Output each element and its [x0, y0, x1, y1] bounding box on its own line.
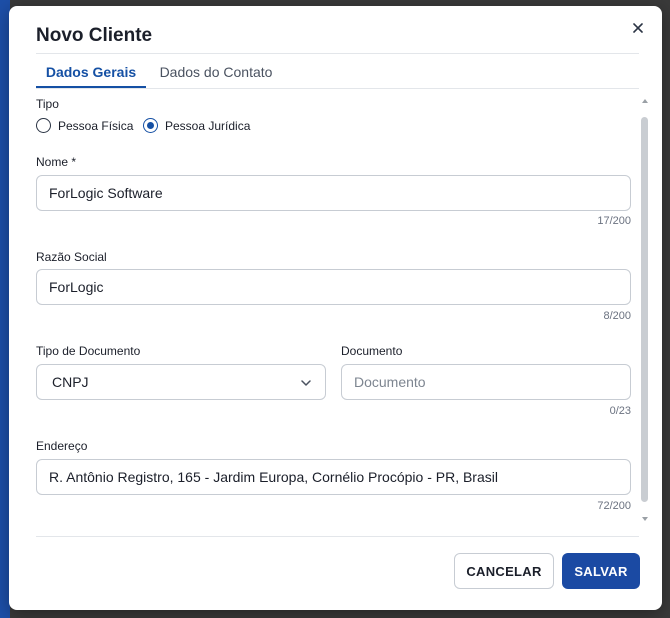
radio-circle-selected [143, 118, 158, 133]
tab-dados-contato[interactable]: Dados do Contato [148, 54, 284, 89]
tab-dados-gerais[interactable]: Dados Gerais [36, 54, 146, 89]
tipo-documento-select[interactable]: CNPJ [36, 364, 326, 400]
footer-divider [36, 536, 639, 537]
scrollbar[interactable] [641, 95, 649, 521]
endereco-label: Endereço [36, 439, 88, 453]
close-button[interactable] [628, 18, 648, 38]
nome-input[interactable]: ForLogic Software [36, 175, 631, 211]
nome-label: Nome * [36, 155, 77, 169]
documento-input[interactable]: Documento [341, 364, 631, 400]
new-client-dialog: Novo Cliente Dados Gerais Dados do Conta… [9, 6, 662, 610]
endereco-counter: 72/200 [597, 500, 631, 512]
documento-counter: 0/23 [609, 405, 631, 417]
tipo-documento-label: Tipo de Documento [36, 344, 141, 358]
razao-social-label: Razão Social [36, 250, 107, 264]
radio-pessoa-fisica[interactable]: Pessoa Física [36, 118, 133, 133]
razao-social-counter: 8/200 [603, 310, 631, 322]
scroll-up-arrow[interactable] [642, 99, 648, 103]
radio-pessoa-juridica[interactable]: Pessoa Jurídica [143, 118, 250, 133]
tipo-documento-value: CNPJ [52, 374, 89, 390]
save-button[interactable]: SALVAR [562, 553, 640, 589]
scrollbar-thumb[interactable] [641, 117, 648, 502]
tab-bar: Dados Gerais Dados do Contato [36, 54, 639, 89]
cancel-button[interactable]: CANCELAR [454, 553, 554, 589]
radio-label: Pessoa Jurídica [165, 118, 251, 133]
radio-circle [36, 118, 51, 133]
dialog-title: Novo Cliente [36, 25, 153, 46]
scroll-down-arrow[interactable] [642, 517, 648, 521]
endereco-input[interactable]: R. Antônio Registro, 165 - Jardim Europa… [36, 459, 631, 495]
razao-social-input[interactable]: ForLogic [36, 269, 631, 305]
radio-label: Pessoa Física [58, 118, 134, 133]
documento-label: Documento [341, 344, 403, 358]
form-content: Tipo Pessoa Física Pessoa Jurídica Nome … [36, 89, 631, 517]
tipo-label: Tipo [36, 97, 59, 111]
chevron-down-icon [301, 380, 311, 386]
nome-counter: 17/200 [597, 215, 631, 227]
close-icon [633, 23, 643, 33]
